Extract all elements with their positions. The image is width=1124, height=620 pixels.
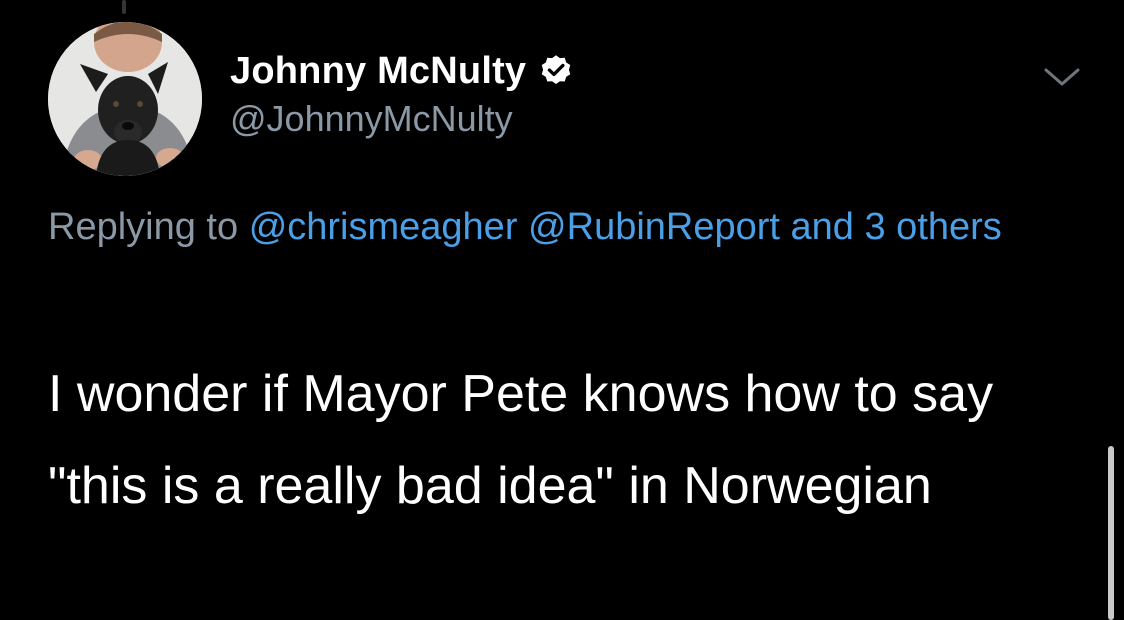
- tweet-body: I wonder if Mayor Pete knows how to say …: [48, 365, 994, 515]
- verified-badge-icon: [538, 53, 574, 89]
- tweet-author[interactable]: Johnny McNulty @JohnnyMcNulty: [230, 46, 574, 140]
- thread-connector-line: [122, 0, 126, 14]
- and-others-link[interactable]: and 3 others: [791, 206, 1002, 248]
- author-display-name[interactable]: Johnny McNulty: [230, 50, 526, 93]
- mention-link[interactable]: @RubinReport: [528, 206, 780, 248]
- scrollbar[interactable]: [1108, 446, 1114, 620]
- mention-link[interactable]: @chrismeagher: [249, 206, 518, 248]
- chevron-down-icon[interactable]: [1042, 62, 1082, 92]
- reply-context: Replying to @chrismeagher @RubinReport a…: [48, 196, 1068, 258]
- author-handle[interactable]: @JohnnyMcNulty: [230, 98, 574, 140]
- avatar[interactable]: [48, 22, 202, 176]
- reply-prefix: Replying to: [48, 206, 239, 248]
- avatar-image: [48, 22, 202, 176]
- author-name-row: Johnny McNulty: [230, 46, 574, 96]
